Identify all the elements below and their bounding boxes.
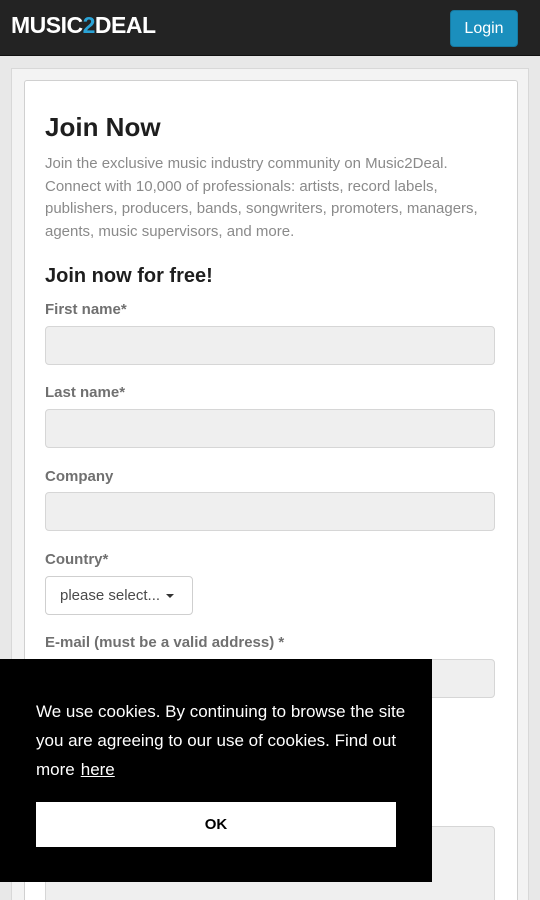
logo-prefix: MUSIC — [11, 12, 83, 38]
cookie-here-link[interactable]: here — [81, 760, 115, 779]
email-label: E-mail (must be a valid address) * — [45, 634, 285, 651]
intro-text: Join the exclusive music industry commun… — [45, 155, 478, 240]
music2deal-logo[interactable]: MUSIC2DEAL — [11, 12, 156, 38]
cookie-ok-button[interactable]: OK — [36, 802, 396, 847]
country-select-value: please select... — [60, 587, 161, 604]
logo-suffix: DEAL — [94, 12, 156, 38]
top-nav-bar: MUSIC2DEAL Login — [0, 0, 540, 56]
logo-accent: 2 — [82, 12, 96, 38]
page-title: Join Now — [45, 112, 161, 142]
login-button[interactable]: Login — [450, 10, 518, 47]
last-name-label: Last name* — [45, 384, 126, 401]
last-name-field[interactable] — [45, 409, 495, 448]
caret-down-icon — [166, 593, 175, 598]
country-select[interactable]: please select... — [45, 576, 193, 615]
company-label: Company — [45, 468, 114, 485]
first-name-field[interactable] — [45, 326, 495, 365]
first-name-label: First name* — [45, 301, 127, 318]
company-field[interactable] — [45, 492, 495, 531]
cookie-message: We use cookies. By continuing to browse … — [36, 697, 421, 784]
country-label: Country* — [45, 551, 109, 568]
form-subtitle: Join now for free! — [45, 265, 213, 287]
